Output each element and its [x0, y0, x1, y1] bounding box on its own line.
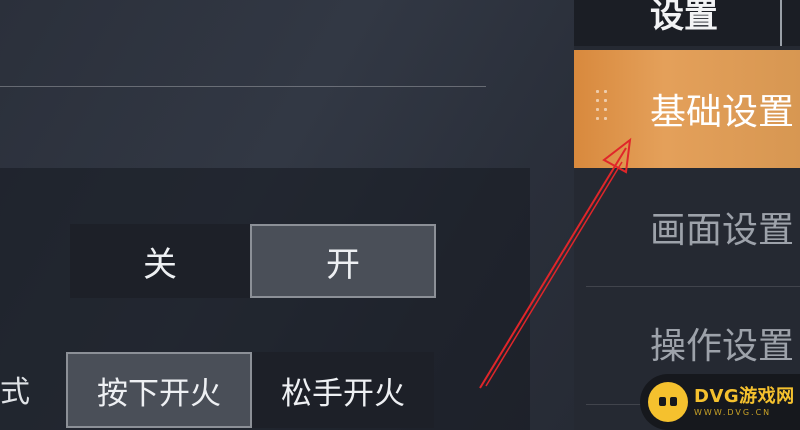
watermark-name: DVG游戏网 [694, 385, 795, 407]
watermark-url: WWW.DVG.CN [694, 407, 772, 417]
watermark-logo: DVG游戏网 WWW.DVG.CN [640, 374, 800, 430]
robot-face-icon [648, 382, 688, 422]
annotation-arrow-icon [479, 137, 632, 389]
